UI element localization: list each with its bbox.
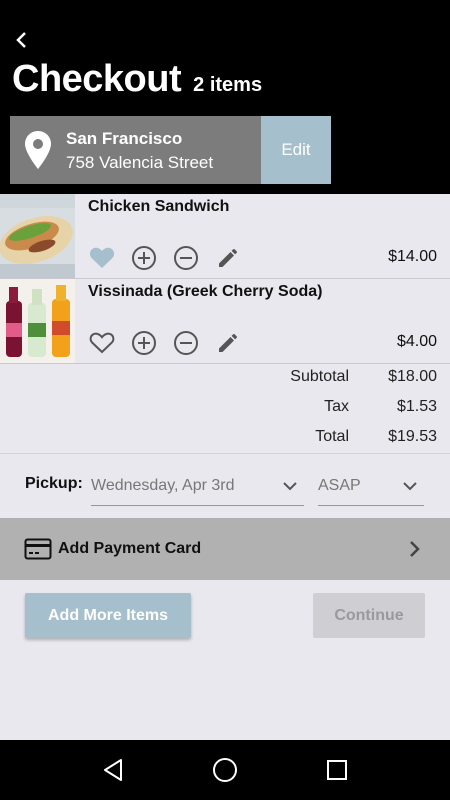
total-value: $19.53 (388, 428, 437, 445)
item-name: Vissinada (Greek Cherry Soda) (88, 283, 323, 300)
total-row: Total $19.53 (229, 428, 437, 446)
increase-quantity-button[interactable] (130, 244, 158, 272)
pickup-location: San Francisco 758 Valencia Street (10, 116, 261, 184)
heart-icon (89, 332, 115, 354)
credit-card-icon (24, 538, 52, 560)
cart-item: Vissinada (Greek Cherry Soda) $4.00 (0, 279, 450, 364)
subtotal-value: $18.00 (388, 368, 437, 385)
pickup-label: Pickup: (25, 475, 83, 492)
add-payment-card-label: Add Payment Card (58, 540, 202, 557)
minus-circle-icon (174, 331, 198, 355)
decrease-quantity-button[interactable] (172, 244, 200, 272)
add-payment-card-row[interactable]: Add Payment Card (0, 518, 450, 580)
nav-back-icon[interactable] (102, 758, 124, 782)
total-label: Total (315, 428, 349, 445)
increase-quantity-button[interactable] (130, 329, 158, 357)
chevron-down-icon (403, 481, 417, 490)
item-count: 2 items (193, 74, 263, 96)
pickup-time-select[interactable]: ASAP (318, 466, 424, 506)
nav-recents-icon[interactable] (326, 759, 348, 781)
pencil-icon (219, 334, 237, 352)
tax-row: Tax $1.53 (229, 398, 437, 416)
location-street: 758 Valencia Street (66, 153, 214, 172)
tax-label: Tax (324, 398, 349, 415)
nav-home-icon[interactable] (212, 757, 238, 783)
cart-item: Chicken Sandwich $14.00 (0, 194, 450, 279)
item-image-chicken-sandwich (0, 194, 75, 278)
favorite-button[interactable] (88, 244, 116, 272)
edit-location-button[interactable]: Edit (261, 116, 331, 184)
pickup-time-value: ASAP (318, 476, 361, 494)
add-more-items-button[interactable]: Add More Items (25, 593, 191, 638)
item-actions (88, 244, 242, 272)
item-price: $4.00 (396, 333, 437, 350)
back-icon (16, 32, 26, 48)
item-name: Chicken Sandwich (88, 198, 230, 215)
chevron-right-icon (410, 541, 420, 557)
pickup-date-select[interactable]: Wednesday, Apr 3rd (91, 466, 304, 506)
title-row: Checkout 2 items (12, 58, 262, 101)
subtotal-label: Subtotal (290, 368, 349, 385)
item-price: $14.00 (388, 248, 437, 265)
page-title: Checkout (12, 58, 182, 100)
back-button[interactable] (10, 26, 34, 54)
edit-item-button[interactable] (214, 244, 242, 272)
order-totals: Subtotal $18.00 Tax $1.53 Total $19.53 (0, 364, 450, 454)
edit-item-button[interactable] (214, 329, 242, 357)
plus-circle-icon (132, 246, 156, 270)
pencil-icon (219, 249, 237, 267)
minus-circle-icon (174, 246, 198, 270)
continue-button[interactable]: Continue (313, 593, 425, 638)
location-city: San Francisco (66, 129, 183, 148)
pickup-date-value: Wednesday, Apr 3rd (91, 476, 235, 494)
heart-icon (89, 247, 115, 268)
chevron-down-icon (283, 481, 297, 490)
tax-value: $1.53 (396, 398, 437, 415)
favorite-button[interactable] (88, 329, 116, 357)
decrease-quantity-button[interactable] (172, 329, 200, 357)
plus-circle-icon (132, 331, 156, 355)
system-navigation-bar (0, 740, 450, 800)
subtotal-row: Subtotal $18.00 (229, 368, 437, 386)
item-image-vissinada (0, 279, 75, 363)
location-pin-icon (25, 131, 51, 169)
item-actions (88, 329, 242, 357)
